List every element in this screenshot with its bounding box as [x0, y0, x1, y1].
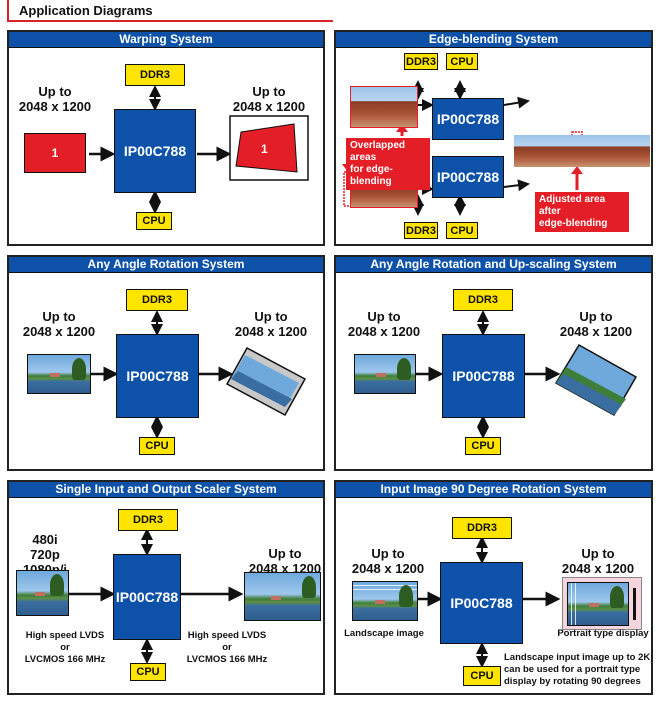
input-resolution: Up to 2048 x 1200 [19, 309, 99, 339]
label-line: Up to [42, 309, 76, 324]
input-resolution: Up to 2048 x 1200 [15, 84, 95, 114]
label-line: Up to [579, 309, 613, 324]
panel-edge-blending: Edge-blending System Overlapped areas fo… [334, 30, 653, 246]
label-line: 2048 x 1200 [234, 324, 308, 339]
label-line: Up to [254, 309, 288, 324]
label-line: 2048 x 1200 [561, 561, 635, 576]
chip-ip00c788-bottom: IP00C788 [432, 156, 504, 198]
output-caption: Portrait type display [557, 628, 649, 639]
label-line: Up to [581, 546, 615, 561]
cpu-box: CPU [130, 663, 166, 681]
cpu-box: CPU [139, 437, 175, 455]
ddr3-box-bottom: DDR3 [404, 222, 438, 239]
label-line: 2048 x 1200 [347, 324, 421, 339]
panel-any-angle-rotation: Any Angle Rotation System Up to 2048 x 1… [7, 255, 325, 471]
callout-line: Adjusted area after [539, 194, 606, 217]
rotation-note: Landscape input image up to 2K can be us… [504, 652, 652, 688]
label-line: 2048 x 1200 [18, 99, 92, 114]
ddr3-box: DDR3 [126, 289, 188, 311]
chip-ip00c788: IP00C788 [440, 562, 523, 644]
callout-overlapped-areas: Overlapped areas for edge-blending [346, 138, 430, 190]
label-line: LVCMOS 166 MHz [24, 654, 106, 665]
label-line: Up to [38, 84, 72, 99]
landscape-input-image [352, 581, 418, 621]
panel-scaler: Single Input and Output Scaler System 48… [7, 480, 325, 695]
ddr3-box: DDR3 [125, 64, 185, 86]
chip-ip00c788: IP00C788 [114, 109, 196, 193]
chip-ip00c788: IP00C788 [442, 334, 525, 418]
input-image [27, 354, 91, 394]
callout-line: Overlapped areas [350, 140, 406, 163]
input-image: 1 [24, 133, 86, 173]
label-line: 2048 x 1200 [232, 99, 306, 114]
label-line: Up to [367, 309, 401, 324]
label-line: 2048 x 1200 [351, 561, 425, 576]
label-line: High speed LVDS [25, 630, 105, 641]
input-image [354, 354, 416, 394]
label-line: 480i [32, 532, 58, 547]
ddr3-box: DDR3 [118, 509, 178, 531]
label-line: 2048 x 1200 [22, 324, 96, 339]
section-header: Application Diagrams [7, 0, 339, 20]
chip-ip00c788: IP00C788 [113, 554, 181, 640]
cpu-box: CPU [465, 437, 501, 455]
output-image [244, 572, 321, 621]
label-line: 720p [30, 547, 60, 562]
label-line: 2048 x 1200 [559, 324, 633, 339]
output-symbol: 1 [261, 142, 268, 156]
panel-warping: Warping System Up to 2048 x 1200 Up to 2… [7, 30, 325, 246]
cpu-box: CPU [463, 666, 501, 686]
output-interface: High speed LVDS or LVCMOS 166 MHz [181, 630, 273, 666]
cpu-box-top: CPU [446, 53, 478, 70]
label-line: Up to [252, 84, 286, 99]
label-line: LVCMOS 166 MHz [186, 654, 268, 665]
section-title: Application Diagrams [19, 3, 153, 18]
output-resolution: Up to 2048 x 1200 [229, 84, 309, 114]
portrait-display-image [567, 582, 629, 626]
output-resolution: Up to 2048 x 1200 [231, 309, 311, 339]
output-resolution: Up to 2048 x 1200 [558, 546, 638, 576]
panel-90-degree-rotation: Input Image 90 Degree Rotation System Up… [334, 480, 653, 695]
label-line: Up to [371, 546, 405, 561]
display-bezel-bar [633, 588, 636, 620]
callout-adjusted-area: Adjusted area after edge-blending [535, 192, 629, 232]
blended-output-image [514, 135, 650, 167]
chip-ip00c788: IP00C788 [116, 334, 199, 418]
note-line: can be used for a portrait type [504, 664, 641, 675]
input-interface: High speed LVDS or LVCMOS 166 MHz [19, 630, 111, 666]
label-line: or [60, 642, 70, 653]
ddr3-box: DDR3 [453, 289, 513, 311]
output-resolution: Up to 2048 x 1200 [556, 309, 636, 339]
portrait-display [562, 577, 642, 630]
header-divider [7, 20, 333, 22]
ddr3-box: DDR3 [452, 517, 512, 539]
callout-line: edge-blending [539, 218, 608, 229]
note-line: display by rotating 90 degrees [504, 676, 641, 687]
ddr3-box-top: DDR3 [404, 53, 438, 70]
note-line: Landscape input image up to 2K [504, 652, 651, 663]
chip-ip00c788-top: IP00C788 [432, 98, 504, 140]
label-line: or [222, 642, 232, 653]
input-resolution: Up to 2048 x 1200 [344, 309, 424, 339]
panel-rotation-upscaling: Any Angle Rotation and Up-scaling System… [334, 255, 653, 471]
input-image-left [350, 86, 418, 128]
input-image [16, 570, 69, 616]
label-line: Up to [268, 546, 302, 561]
callout-line: for edge-blending [350, 164, 393, 187]
input-symbol: 1 [51, 146, 59, 160]
input-caption: Landscape image [344, 628, 424, 639]
cpu-box-bottom: CPU [446, 222, 478, 239]
cpu-box: CPU [136, 212, 172, 230]
input-resolution: Up to 2048 x 1200 [348, 546, 428, 576]
label-line: High speed LVDS [187, 630, 267, 641]
